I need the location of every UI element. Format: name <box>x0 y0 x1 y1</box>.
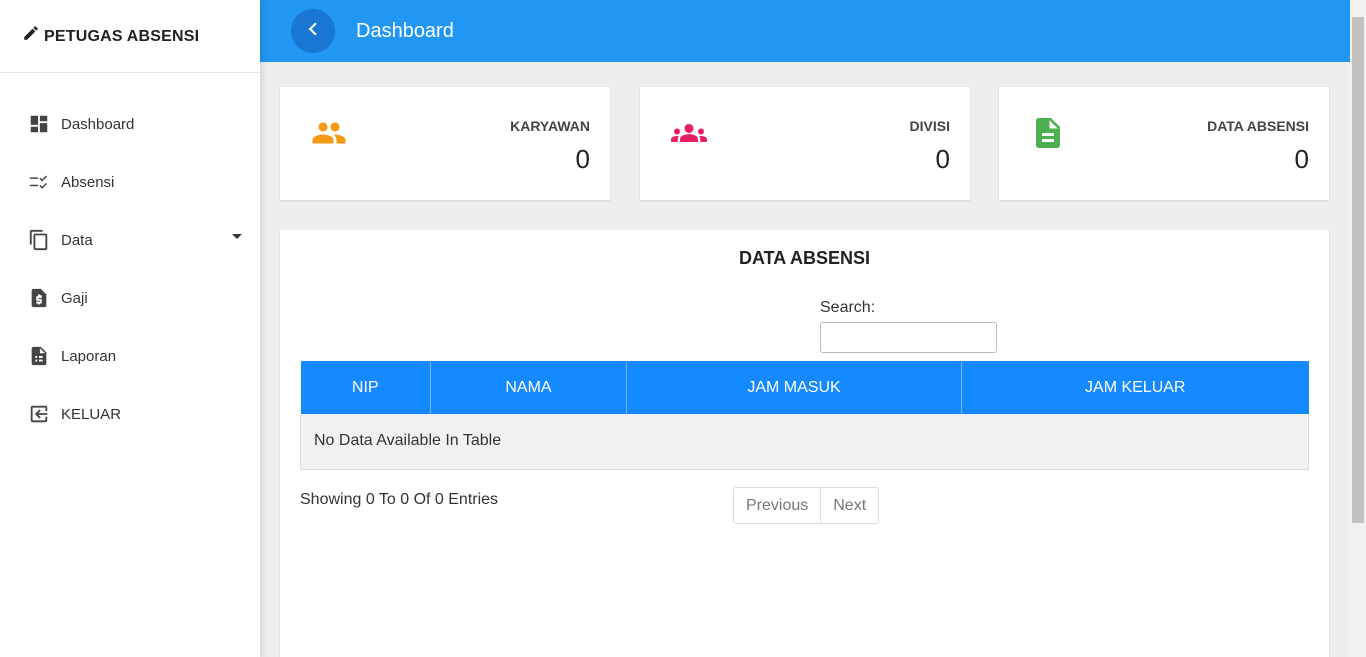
page-title: Dashboard <box>356 19 454 42</box>
sidebar-item-data[interactable]: Data <box>0 211 260 269</box>
panel-title: DATA ABSENSI <box>738 248 870 268</box>
card-data-absensi: DATA ABSENSI 0 <box>999 87 1329 200</box>
back-button[interactable] <box>291 9 335 53</box>
column-header-nama[interactable]: NAMA <box>430 361 627 414</box>
topbar: Dashboard <box>260 0 1350 62</box>
card-value: 0 <box>575 144 590 174</box>
next-button[interactable]: Next <box>821 488 878 523</box>
data-table: NIP NAMA JAM MASUK JAM KELUAR No Data Av… <box>300 361 1309 470</box>
card-karyawan: KARYAWAN 0 <box>280 87 610 200</box>
groups-icon <box>670 115 708 151</box>
card-label: KARYAWAN <box>510 118 590 134</box>
card-value: 0 <box>935 144 950 174</box>
sidebar-item-keluar[interactable]: KELUAR <box>0 385 260 443</box>
entries-info: Showing 0 To 0 Of 0 Entries <box>300 491 499 508</box>
chevron-left-icon <box>300 16 326 47</box>
sidebar-item-label: KELUAR <box>61 405 122 423</box>
pagination: Previous Next <box>733 487 880 524</box>
table-header-row: NIP NAMA JAM MASUK JAM KELUAR <box>300 361 1309 414</box>
data-absensi-panel: DATA ABSENSI Search: NIP NAMA JAM MASUK … <box>280 230 1329 657</box>
card-divisi: DIVISI 0 <box>640 87 970 200</box>
empty-table-message: No Data Available In Table <box>300 414 1309 470</box>
previous-button[interactable]: Previous <box>734 488 822 523</box>
scrollbar[interactable] <box>1350 0 1366 657</box>
sidebar-item-label: Absensi <box>61 173 115 191</box>
invoice-dollar-icon <box>28 287 50 309</box>
pencil-icon <box>22 24 40 42</box>
sidebar-item-dashboard[interactable]: Dashboard <box>0 95 260 153</box>
sidebar-item-label: Data <box>61 231 93 249</box>
sidebar-item-gaji[interactable]: Gaji <box>0 269 260 327</box>
caret-down-icon[interactable] <box>232 234 242 239</box>
column-header-jam-keluar[interactable]: JAM KELUAR <box>961 361 1309 414</box>
sidebar-item-label: Gaji <box>61 289 88 307</box>
card-label: DATA ABSENSI <box>1207 118 1309 134</box>
copy-icon <box>28 229 50 251</box>
search-label: Search: <box>820 299 876 316</box>
scrollbar-thumb[interactable] <box>1352 17 1364 523</box>
brand: PETUGAS ABSENSI <box>0 0 260 73</box>
sidebar-item-label: Dashboard <box>61 115 135 133</box>
sidebar-item-absensi[interactable]: Absensi <box>0 153 260 211</box>
card-label: DIVISI <box>909 118 950 134</box>
column-header-jam-masuk[interactable]: JAM MASUK <box>626 361 962 414</box>
logout-icon <box>28 403 50 425</box>
sidebar-item-label: Laporan <box>61 347 117 365</box>
table-row: No Data Available In Table <box>300 414 1309 470</box>
sidebar-item-laporan[interactable]: Laporan <box>0 327 260 385</box>
people-icon <box>310 115 348 151</box>
document-icon <box>1029 115 1067 151</box>
brand-title: PETUGAS ABSENSI <box>44 28 200 45</box>
column-header-nip[interactable]: NIP <box>300 361 431 414</box>
checklist-icon <box>28 171 50 193</box>
report-icon <box>28 345 50 367</box>
sidebar-nav: Dashboard Absensi Data Gaji Laporan KELU… <box>0 73 260 443</box>
card-value: 0 <box>1294 144 1309 174</box>
dashboard-icon <box>28 113 50 135</box>
search-input[interactable] <box>820 322 997 353</box>
sidebar: PETUGAS ABSENSI Dashboard Absensi Data G… <box>0 0 260 657</box>
